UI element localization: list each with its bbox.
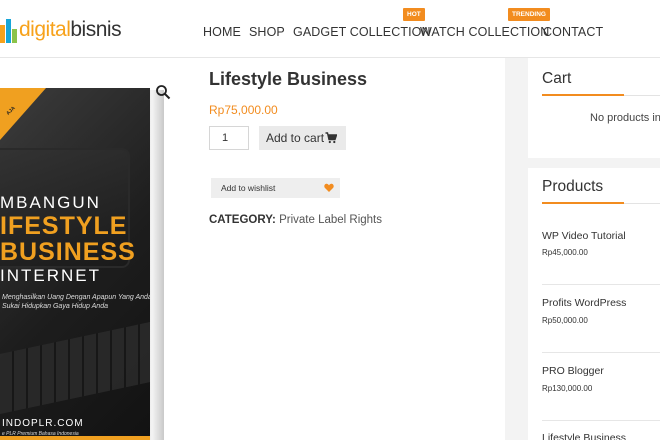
sidebar-product-name[interactable]: WP Video Tutorial — [542, 230, 626, 242]
book-url: INDOPLR.COM — [2, 418, 84, 429]
category-link[interactable]: Private Label Rights — [279, 214, 382, 226]
products-widget-title: Products — [542, 178, 604, 195]
logo-text-bisnis: bisnis — [70, 18, 122, 41]
site-header: digitalbisnis HOME SHOP GADGET COLLECTIO… — [0, 0, 660, 58]
cart-icon — [325, 132, 337, 144]
sidebar-product-price: Rp130,000.00 — [542, 384, 593, 393]
product-category: CATEGORY: Private Label Rights — [209, 214, 382, 226]
cart-widget: Cart No products in — [528, 58, 660, 158]
book-bottom-stripe — [0, 436, 150, 440]
heart-icon — [324, 183, 334, 192]
cart-empty-message: No products in — [590, 112, 660, 124]
keyboard-graphic — [0, 322, 150, 414]
cart-title-underline — [542, 94, 624, 96]
nav-contact[interactable]: CONTACT — [543, 25, 603, 39]
logo-text-digital: digital — [19, 18, 71, 41]
site-logo[interactable]: digitalbisnis — [0, 14, 122, 46]
sidebar-product-separator — [542, 420, 660, 421]
product-image[interactable]: AJA MBANGUN IFESTYLE BUSINESS INTERNET M… — [0, 88, 150, 440]
zoom-search-icon[interactable] — [155, 84, 171, 100]
sidebar-product-separator — [542, 352, 660, 353]
book-title-line2: IFESTYLE — [0, 212, 128, 240]
nav-watch-collection[interactable]: WATCH COLLECTION — [420, 25, 549, 39]
sidebar-product-separator — [542, 284, 660, 285]
add-to-wishlist-button[interactable]: Add to wishlist — [211, 178, 340, 198]
badge-trending: TRENDING — [508, 8, 550, 21]
sidebar-product-price: Rp45,000.00 — [542, 248, 588, 257]
products-widget: Products WP Video Tutorial Rp45,000.00 P… — [528, 168, 660, 440]
nav-gadget-collection[interactable]: GADGET COLLECTION — [293, 25, 431, 39]
book-title-line1: MBANGUN — [0, 193, 101, 212]
nav-shop[interactable]: SHOP — [249, 25, 285, 39]
book-title-line4: INTERNET — [0, 266, 101, 285]
wishlist-label: Add to wishlist — [221, 183, 276, 193]
add-to-cart-label: Add to cart — [266, 131, 325, 145]
product-title: Lifestyle Business — [209, 69, 368, 89]
sidebar-product-name[interactable]: PRO Blogger — [542, 365, 604, 377]
cart-widget-title: Cart — [542, 70, 572, 87]
nav-home[interactable]: HOME — [203, 25, 241, 39]
logo-text: digitalbisnis — [19, 18, 122, 42]
add-to-cart-button[interactable]: Add to cart — [259, 126, 346, 150]
category-label: CATEGORY: — [209, 214, 276, 226]
sidebar-product-price: Rp50,000.00 — [542, 316, 588, 325]
book-subtitle: Menghasilkan Uang Dengan Apapun Yang And… — [2, 294, 150, 311]
book-title-line3: BUSINESS — [0, 238, 136, 266]
badge-hot: HOT — [403, 8, 425, 21]
quantity-input[interactable] — [209, 126, 249, 150]
products-title-underline — [542, 202, 624, 204]
sidebar-product-name[interactable]: Lifestyle Business — [542, 432, 626, 440]
logo-bars-icon — [0, 17, 18, 43]
product-price: Rp75,000.00 — [209, 103, 278, 117]
sidebar-product-name[interactable]: Profits WordPress — [542, 297, 626, 309]
